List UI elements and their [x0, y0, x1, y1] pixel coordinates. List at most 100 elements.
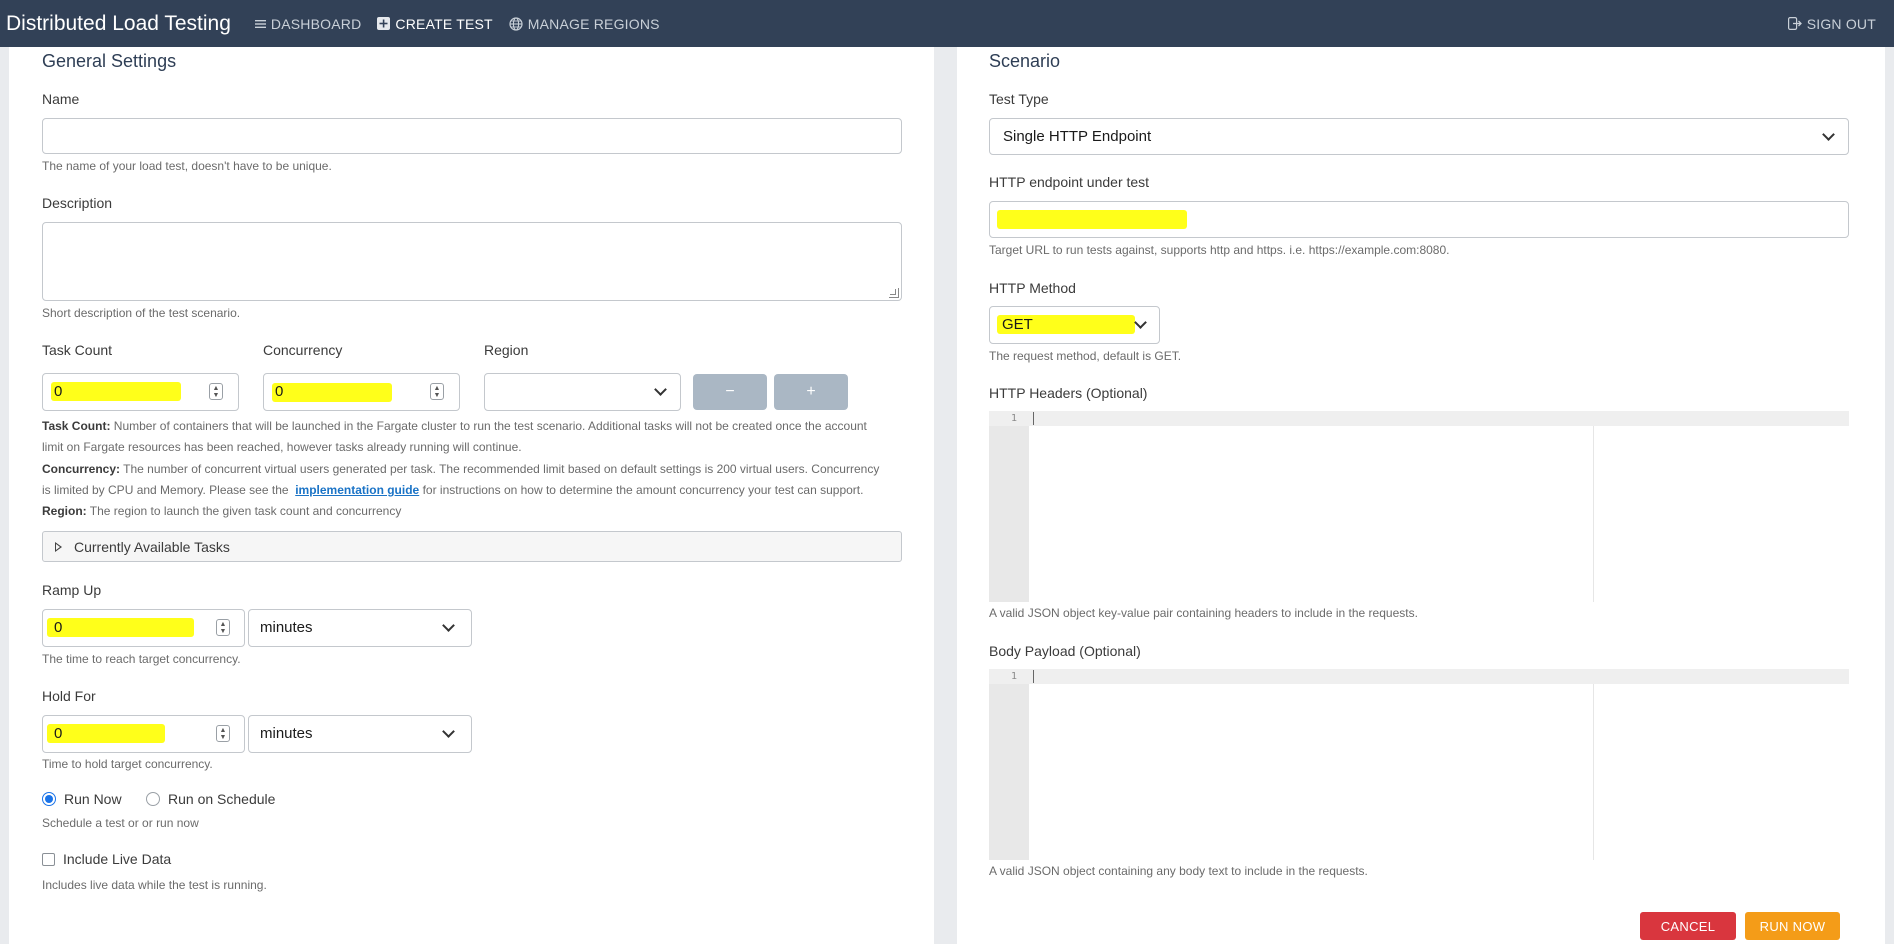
test-type-select[interactable]: Single HTTP Endpoint — [989, 118, 1849, 155]
run-now-label[interactable]: Run Now — [64, 791, 122, 807]
name-label: Name — [42, 91, 80, 107]
hold-for-unit-select[interactable]: minutes — [248, 715, 472, 753]
task-count-help-text: Number of containers that will be launch… — [113, 419, 867, 433]
hold-for-unit-value: minutes — [260, 725, 313, 742]
globe-icon — [509, 16, 523, 31]
http-method-select[interactable]: GET — [989, 306, 1160, 344]
concurrency-help: Concurrency: The number of concurrent vi… — [42, 462, 879, 476]
sign-out-link[interactable]: SIGN OUT — [1787, 15, 1876, 32]
region-help-text: The region to launch the given task coun… — [89, 504, 402, 518]
task-count-label: Task Count — [42, 342, 113, 358]
add-region-button[interactable]: + — [774, 374, 848, 410]
description-help: Short description of the test scenario. — [42, 306, 241, 320]
spinner-icon[interactable]: ▲ ▼ — [216, 725, 230, 742]
endpoint-input[interactable] — [989, 201, 1849, 238]
text-cursor — [1033, 412, 1034, 425]
task-count-help: Task Count: Number of containers that wi… — [42, 419, 867, 433]
concurrency-help-text-3: for instructions on how to determine the… — [422, 483, 864, 497]
editor-gutter — [989, 411, 1029, 602]
run-on-schedule-label[interactable]: Run on Schedule — [168, 791, 275, 807]
chevron-down-icon — [1134, 316, 1147, 329]
scenario-title: Scenario — [989, 51, 1061, 71]
name-input[interactable] — [42, 118, 902, 154]
concurrency-label: Concurrency — [263, 342, 343, 358]
concurrency-help-text-2: is limited by CPU and Memory. Please see… — [42, 483, 289, 497]
ramp-up-value: 0 — [54, 619, 63, 636]
region-select[interactable] — [484, 373, 681, 411]
print-margin-line — [1593, 426, 1594, 602]
caret-right-icon — [55, 542, 62, 552]
text-cursor — [1033, 670, 1034, 683]
editor-active-line — [989, 411, 1849, 426]
concurrency-help-2: is limited by CPU and Memory. Please see… — [42, 483, 863, 497]
test-type-value: Single HTTP Endpoint — [1003, 128, 1152, 145]
print-margin-line — [1593, 684, 1594, 860]
run-on-schedule-radio[interactable] — [146, 792, 160, 806]
nav-create-test-label: CREATE TEST — [395, 15, 493, 32]
spinner-icon[interactable]: ▲ ▼ — [430, 383, 444, 400]
body-payload-help: A valid JSON object containing any body … — [989, 864, 1368, 878]
name-help: The name of your load test, doesn't have… — [42, 159, 332, 173]
cancel-button[interactable]: CANCEL — [1640, 912, 1736, 940]
line-number: 1 — [1011, 413, 1018, 424]
app-brand[interactable]: Distributed Load Testing — [6, 12, 231, 36]
run-now-button[interactable]: RUN NOW — [1745, 912, 1840, 940]
available-tasks-toggle[interactable]: Currently Available Tasks — [42, 531, 902, 562]
task-count-input[interactable]: 0 ▲ ▼ — [42, 373, 239, 411]
highlight-mark — [997, 210, 1187, 229]
http-headers-help: A valid JSON object key-value pair conta… — [989, 606, 1418, 620]
test-type-label: Test Type — [989, 91, 1049, 107]
highlight-mark — [51, 382, 181, 401]
hold-for-help: Time to hold target concurrency. — [42, 757, 213, 771]
plus-square-icon — [377, 17, 391, 30]
body-payload-editor[interactable]: 1 — [989, 669, 1849, 860]
top-navbar: Distributed Load Testing DASHBOARD CREAT… — [0, 0, 1894, 47]
region-help: Region: The region to launch the given t… — [42, 504, 401, 518]
ramp-up-label: Ramp Up — [42, 582, 102, 598]
sign-out-label: SIGN OUT — [1806, 15, 1876, 32]
include-live-data-label[interactable]: Include Live Data — [63, 851, 171, 867]
ramp-up-unit-value: minutes — [260, 619, 313, 636]
hold-for-label: Hold For — [42, 688, 96, 704]
hold-for-value: 0 — [54, 725, 63, 742]
chevron-down-icon — [442, 619, 455, 632]
implementation-guide-link[interactable]: implementation guide — [295, 483, 419, 497]
endpoint-help: Target URL to run tests against, support… — [989, 243, 1450, 257]
nav-manage-regions-label: MANAGE REGIONS — [527, 15, 660, 32]
schedule-help: Schedule a test or or run now — [42, 816, 199, 830]
nav-manage-regions[interactable]: MANAGE REGIONS — [509, 16, 660, 32]
include-live-data-checkbox[interactable] — [42, 853, 55, 866]
ramp-up-help: The time to reach target concurrency. — [42, 652, 241, 666]
editor-active-line — [989, 669, 1849, 684]
chevron-down-icon — [442, 725, 455, 738]
scenario-panel: Scenario Test Type Single HTTP Endpoint … — [957, 47, 1885, 944]
ramp-up-input[interactable]: 0 ▲ ▼ — [42, 609, 245, 647]
spinner-icon[interactable]: ▲ ▼ — [209, 383, 223, 400]
nav-dashboard[interactable]: DASHBOARD — [254, 15, 362, 32]
run-now-radio[interactable] — [42, 792, 56, 806]
live-data-help: Includes live data while the test is run… — [42, 878, 267, 892]
ramp-up-unit-select[interactable]: minutes — [248, 609, 472, 647]
http-headers-label: HTTP Headers (Optional) — [989, 385, 1148, 401]
concurrency-help-text: The number of concurrent virtual users g… — [123, 462, 880, 476]
remove-region-button[interactable]: − — [693, 374, 767, 410]
task-count-value: 0 — [54, 383, 63, 400]
nav-dashboard-label: DASHBOARD — [270, 15, 362, 32]
nav-create-test[interactable]: CREATE TEST — [377, 15, 493, 32]
highlight-mark — [272, 383, 392, 402]
concurrency-input[interactable]: 0 ▲ ▼ — [263, 373, 460, 411]
http-headers-editor[interactable]: 1 — [989, 411, 1849, 602]
concurrency-help-title: Concurrency: — [42, 462, 121, 476]
chevron-down-icon — [1822, 128, 1835, 141]
general-settings-panel: General Settings Name The name of your l… — [9, 47, 934, 944]
http-method-value: GET — [1002, 316, 1033, 333]
hold-for-input[interactable]: 0 ▲ ▼ — [42, 715, 245, 753]
task-count-help-title: Task Count: — [42, 419, 111, 433]
description-textarea[interactable] — [42, 222, 902, 301]
spinner-icon[interactable]: ▲ ▼ — [216, 619, 230, 636]
chevron-down-icon — [654, 383, 667, 396]
resize-grip-icon[interactable] — [889, 288, 899, 298]
list-icon — [254, 19, 266, 29]
highlight-mark — [47, 618, 194, 637]
description-label: Description — [42, 195, 113, 211]
